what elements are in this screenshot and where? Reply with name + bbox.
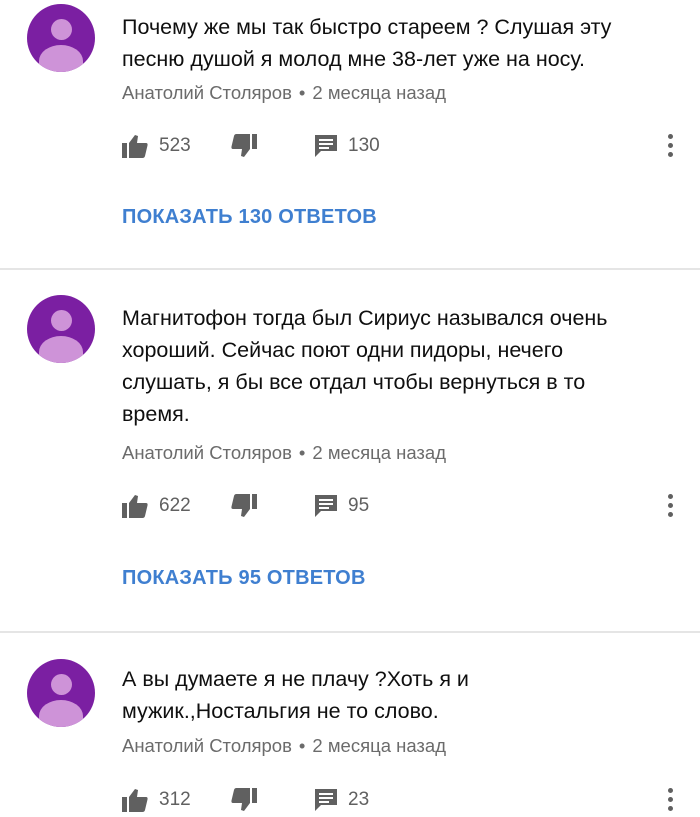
comment-meta: Анатолий Столяров • 2 месяца назад: [122, 82, 446, 104]
avatar-head: [51, 19, 72, 40]
reply-count: 23: [348, 789, 370, 810]
meta-separator: •: [298, 442, 306, 463]
more-vert-icon[interactable]: [660, 785, 680, 815]
comment-text: А вы думаете я не плачу ?Хоть я и мужик.…: [122, 667, 469, 723]
thumbs-down-icon[interactable]: [231, 494, 257, 518]
thumbs-up-icon[interactable]: [122, 134, 148, 158]
comment-time: 2 месяца назад: [312, 735, 446, 756]
thumbs-down-icon[interactable]: [231, 788, 257, 812]
comment: Почему же мы так быстро стареем ? Слушая…: [0, 0, 700, 268]
more-vert-icon[interactable]: [660, 491, 680, 521]
meta-separator: •: [298, 735, 306, 756]
avatar-body: [39, 45, 83, 72]
comment-meta: Анатолий Столяров • 2 месяца назад: [122, 735, 446, 757]
comment: А вы думаете я не плачу ?Хоть я и мужик.…: [0, 633, 700, 817]
like-count: 312: [159, 789, 191, 810]
reply-count: 95: [348, 495, 370, 516]
avatar-body: [39, 700, 83, 727]
author-name[interactable]: Анатолий Столяров: [122, 442, 292, 463]
thumbs-up-icon[interactable]: [122, 494, 148, 518]
comment-text: Почему же мы так быстро стареем ? Слушая…: [122, 15, 612, 71]
comment-meta: Анатолий Столяров • 2 месяца назад: [122, 442, 446, 464]
avatar[interactable]: [27, 4, 95, 72]
thumbs-down-icon[interactable]: [231, 134, 257, 158]
thumbs-up-icon[interactable]: [122, 788, 148, 812]
reply-count: 130: [348, 135, 380, 156]
comment: Магнитофон тогда был Сириус назывался оч…: [0, 270, 700, 631]
comment-text: Магнитофон тогда был Сириус назывался оч…: [122, 306, 608, 426]
more-vert-icon[interactable]: [660, 131, 680, 161]
meta-separator: •: [298, 82, 306, 103]
avatar[interactable]: [27, 659, 95, 727]
like-count: 622: [159, 495, 191, 516]
author-name[interactable]: Анатолий Столяров: [122, 82, 292, 103]
comment-actions: 622 95: [0, 491, 700, 521]
comment-actions: 312 23: [0, 785, 700, 815]
comment-icon[interactable]: [314, 494, 338, 518]
avatar[interactable]: [27, 295, 95, 363]
show-replies-link[interactable]: ПОКАЗАТЬ 130 ОТВЕТОВ: [122, 206, 377, 229]
avatar-body: [39, 336, 83, 363]
comment-icon[interactable]: [314, 134, 338, 158]
avatar-head: [51, 310, 72, 331]
like-count: 523: [159, 135, 191, 156]
comment-time: 2 месяца назад: [312, 442, 446, 463]
comment-actions: 523 130: [0, 131, 700, 161]
author-name[interactable]: Анатолий Столяров: [122, 735, 292, 756]
show-replies-link[interactable]: ПОКАЗАТЬ 95 ОТВЕТОВ: [122, 567, 366, 590]
comment-time: 2 месяца назад: [312, 82, 446, 103]
comment-icon[interactable]: [314, 788, 338, 812]
avatar-head: [51, 674, 72, 695]
